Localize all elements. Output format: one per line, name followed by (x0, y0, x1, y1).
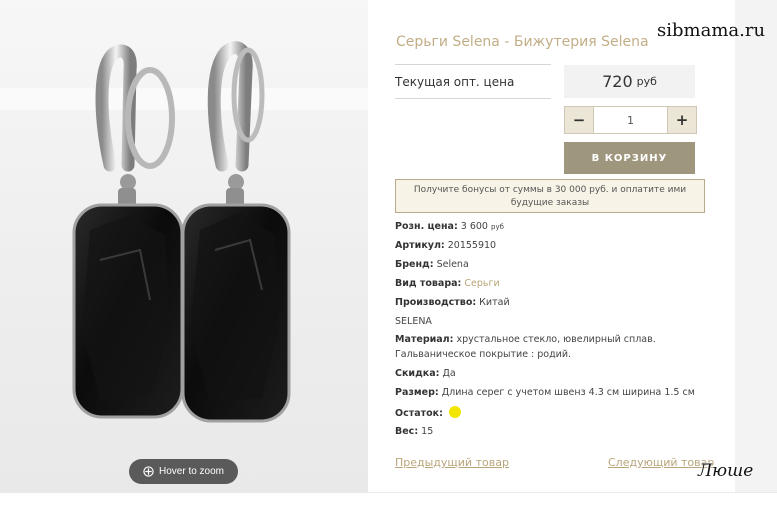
spec-brand-line: SELENA (395, 316, 432, 327)
spec-discount: Скидка: Да (395, 368, 456, 379)
watermark: sibmama.ru (657, 20, 766, 41)
price-value: 720 (602, 72, 633, 91)
price-label: Текущая опт. цена (395, 64, 551, 99)
decrease-button[interactable]: − (565, 107, 593, 133)
spec-origin: Производство: Китай (395, 297, 510, 308)
spec-value: хрустальное стекло, ювелирный сплав. (456, 334, 656, 345)
spec-stock: Остаток: (395, 406, 461, 419)
price-box: 720 руб (564, 65, 695, 98)
spec-size: Размер: Длина серег с учетом швенз 4.3 с… (395, 387, 695, 398)
spec-value: 15 (421, 426, 434, 437)
spec-label: Скидка: (395, 368, 440, 379)
spec-value: Длина серег с учетом швенз 4.3 см ширина… (441, 387, 695, 398)
spec-weight: Вес: 15 (395, 426, 433, 437)
spec-value: 3 600 (460, 221, 488, 232)
spec-label: Вид товара: (395, 278, 462, 289)
right-earring (181, 41, 291, 423)
hover-to-zoom-button[interactable]: Hover to zoom (129, 459, 238, 484)
product-image[interactable]: Hover to zoom (0, 0, 368, 492)
product-title: Серьги Selena - Бижутерия Selena (396, 34, 649, 50)
spec-sku: Артикул: 20155910 (395, 240, 496, 251)
zoom-label: Hover to zoom (158, 466, 225, 477)
spec-type-link[interactable]: Серьги (464, 278, 499, 289)
quantity-stepper[interactable]: − 1 + (564, 106, 697, 134)
spec-value: Selena (436, 259, 469, 270)
spec-value: 20155910 (447, 240, 497, 251)
spec-label: Бренд: (395, 259, 434, 270)
earrings-illustration (72, 41, 291, 423)
spec-label: Остаток: (395, 408, 443, 419)
quantity-input[interactable]: 1 (593, 107, 668, 133)
spec-material-line2: Гальваническое покрытие : родий. (395, 349, 572, 360)
bottom-strip (0, 492, 777, 506)
side-strip (735, 0, 777, 492)
spec-type: Вид товара: Серьги (395, 278, 500, 289)
spec-label: Производство: (395, 297, 477, 308)
stock-indicator-icon (448, 406, 461, 418)
add-to-cart-button[interactable]: В КОРЗИНУ (564, 142, 695, 174)
spec-material: Материал: хрустальное стекло, ювелирный … (395, 334, 656, 345)
left-earring (72, 44, 184, 419)
spec-label: Артикул: (395, 240, 445, 251)
zoom-icon (143, 466, 154, 477)
spec-value: Китай (479, 297, 510, 308)
spec-currency: руб (491, 223, 504, 231)
spec-label: Розн. цена: (395, 221, 458, 232)
spec-label: Размер: (395, 387, 439, 398)
spec-retail-price: Розн. цена: 3 600 руб (395, 221, 504, 232)
spec-brand: Бренд: Selena (395, 259, 469, 270)
signature: Люше (698, 461, 754, 481)
increase-button[interactable]: + (668, 107, 696, 133)
prev-product-link[interactable]: Предыдущий товар (395, 456, 509, 469)
spec-label: Вес: (395, 426, 419, 437)
bonus-notice: Получите бонусы от суммы в 30 000 руб. и… (395, 179, 705, 213)
spec-label: Материал: (395, 334, 454, 345)
spec-value: Да (442, 368, 456, 379)
price-currency: руб (636, 75, 657, 88)
